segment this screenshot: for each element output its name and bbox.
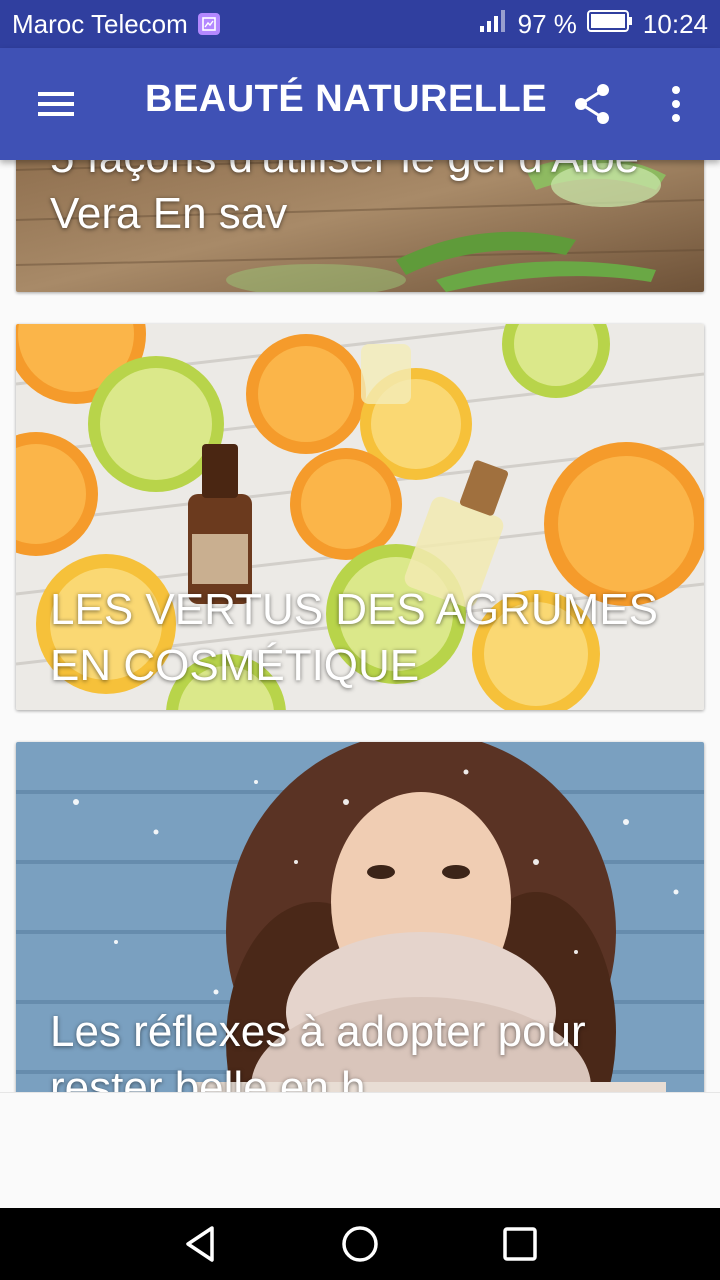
home-icon <box>342 1226 378 1262</box>
share-button[interactable] <box>562 76 622 132</box>
clock: 10:24 <box>642 8 708 39</box>
more-vert-icon <box>672 86 680 122</box>
carrier-name: Maroc Telecom <box>12 8 188 39</box>
status-bar: Maroc Telecom 97 % 10:24 <box>0 0 720 48</box>
article-feed[interactable]: 5 façons d'utiliser le gel d'Aloe Vera E… <box>0 160 720 1092</box>
recent-apps-icon <box>503 1227 537 1261</box>
home-button[interactable] <box>320 1218 400 1270</box>
page-title: BEAUTÉ NATURELLE <box>145 78 548 120</box>
article-card-agrumes[interactable]: LES VERTUS DES AGRUMES EN COSMÉTIQUE <box>16 324 704 710</box>
article-title: LES VERTUS DES AGRUMES EN COSMÉTIQUE <box>50 585 659 690</box>
back-button[interactable] <box>160 1218 240 1270</box>
share-icon <box>575 84 609 124</box>
menu-button[interactable] <box>24 76 88 132</box>
system-nav-bar <box>0 1208 720 1280</box>
article-title: 5 façons d'utiliser le gel d'Aloe Vera E… <box>50 160 639 238</box>
article-card-aloe-vera[interactable]: 5 façons d'utiliser le gel d'Aloe Vera E… <box>16 160 704 292</box>
battery-percent: 97 % <box>517 8 577 39</box>
sim-icon <box>197 13 220 35</box>
article-card-reflexes-hiver[interactable]: Les réflexes à adopter pour rester belle… <box>16 742 704 1092</box>
back-icon <box>186 1226 214 1262</box>
recent-apps-button[interactable] <box>480 1218 560 1270</box>
article-title: Les réflexes à adopter pour rester belle… <box>50 1007 586 1092</box>
app-bar: BEAUTÉ NATURELLE <box>0 48 720 160</box>
battery-icon <box>586 9 633 40</box>
bottom-area <box>0 1092 720 1208</box>
signal-icon <box>478 9 508 40</box>
more-options-button[interactable] <box>650 76 702 132</box>
menu-icon <box>38 92 74 116</box>
